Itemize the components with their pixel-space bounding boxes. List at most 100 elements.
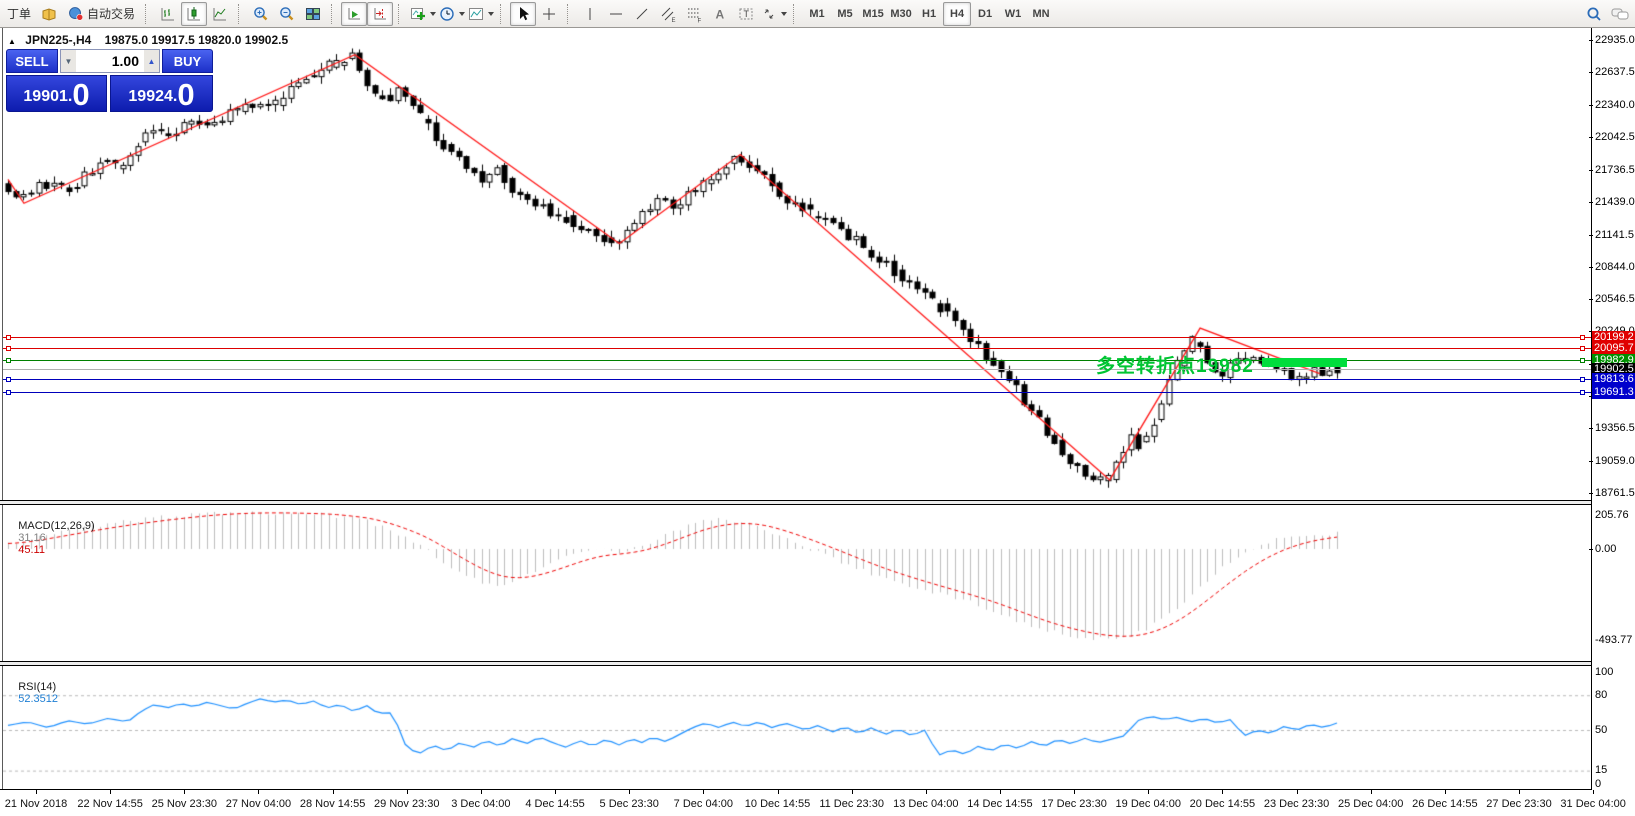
horizontal-level-line[interactable] xyxy=(3,348,1591,349)
level-line-handle[interactable] xyxy=(1580,377,1585,382)
autotrading-label: 自动交易 xyxy=(87,5,135,22)
time-tick-mark xyxy=(1519,790,1520,794)
search-button[interactable] xyxy=(1581,2,1607,26)
indicators-button[interactable] xyxy=(408,2,437,26)
volume-decrease-button[interactable]: ▼ xyxy=(61,50,76,72)
level-line-handle[interactable] xyxy=(6,390,11,395)
new-order-button[interactable] xyxy=(36,2,62,26)
panel-splitter-rsi[interactable] xyxy=(0,661,1635,666)
level-line-handle[interactable] xyxy=(1580,335,1585,340)
horizontal-level-line[interactable] xyxy=(3,337,1591,338)
time-tick-mark xyxy=(1593,790,1594,794)
vertical-line-tool-button[interactable] xyxy=(577,2,603,26)
tile-windows-button[interactable] xyxy=(300,2,326,26)
timeframe-button-d1[interactable]: D1 xyxy=(971,2,999,26)
level-line-handle[interactable] xyxy=(6,335,11,340)
time-axis-label: 25 Nov 23:30 xyxy=(152,798,217,810)
svg-text:A: A xyxy=(716,7,725,21)
autotrading-button[interactable]: 自动交易 xyxy=(62,2,140,26)
price-axis[interactable]: 205.76 0.00 -493.77 100 80 50 15 0 22935… xyxy=(1592,28,1635,790)
sell-price-main: 19901 xyxy=(23,84,68,110)
price-tick-label: 22340.0 xyxy=(1595,99,1635,111)
level-line-handle[interactable] xyxy=(6,377,11,382)
candlestick-canvas[interactable] xyxy=(3,29,1591,500)
level-line-handle[interactable] xyxy=(1580,390,1585,395)
chart-annotation-text[interactable]: 多空转折点19982 xyxy=(1096,351,1254,378)
time-axis-label: 11 Dec 23:30 xyxy=(819,798,884,810)
price-tick-label: 19356.5 xyxy=(1595,422,1635,434)
chart-shift-button[interactable] xyxy=(367,2,393,26)
zoom-out-button[interactable] xyxy=(274,2,300,26)
level-line-handle[interactable] xyxy=(1580,358,1585,363)
macd-canvas[interactable] xyxy=(3,505,1591,661)
arrows-dropdown-caret xyxy=(781,12,787,16)
time-axis-label: 29 Nov 23:30 xyxy=(374,798,439,810)
green-highlight-bar[interactable] xyxy=(1262,358,1347,367)
text-tool-button[interactable]: A xyxy=(707,2,733,26)
chat-button[interactable] xyxy=(1607,2,1633,26)
horizontal-level-line[interactable] xyxy=(3,379,1591,380)
horizontal-line-tool-button[interactable] xyxy=(603,2,629,26)
auto-scroll-button[interactable] xyxy=(341,2,367,26)
text-label-tool-button[interactable]: T xyxy=(733,2,759,26)
rsi-canvas[interactable] xyxy=(3,666,1591,789)
level-line-handle[interactable] xyxy=(6,358,11,363)
trendline-tool-button[interactable] xyxy=(629,2,655,26)
bar-chart-button[interactable] xyxy=(155,2,181,26)
timeframe-button-m30[interactable]: M30 xyxy=(887,2,915,26)
time-axis-label: 27 Dec 23:30 xyxy=(1486,798,1551,810)
timeframe-button-mn[interactable]: MN xyxy=(1027,2,1055,26)
collapse-panel-icon[interactable]: ▲ xyxy=(8,37,16,46)
volume-input[interactable]: 1.00 xyxy=(76,50,144,72)
rsi-value: 52.3512 xyxy=(18,693,58,705)
toolbar-separator xyxy=(500,4,505,24)
volume-increase-button[interactable]: ▲ xyxy=(144,50,159,72)
time-tick-mark xyxy=(1445,790,1446,794)
order-button[interactable]: 丁单 xyxy=(2,2,36,26)
buy-button[interactable]: BUY xyxy=(162,49,213,73)
time-tick-mark xyxy=(1000,790,1001,794)
level-line-handle[interactable] xyxy=(1580,346,1585,351)
fibonacci-icon: F xyxy=(685,5,703,23)
timeframe-button-m1[interactable]: M1 xyxy=(803,2,831,26)
time-tick-mark xyxy=(110,790,111,794)
candlestick-chart-button[interactable] xyxy=(181,2,207,26)
sell-button[interactable]: SELL xyxy=(6,49,58,73)
vertical-line-icon xyxy=(581,5,599,23)
zoom-in-icon xyxy=(252,5,270,23)
templates-button[interactable] xyxy=(466,2,495,26)
time-axis-label: 5 Dec 23:30 xyxy=(600,798,659,810)
line-chart-button[interactable] xyxy=(207,2,233,26)
sell-price-box[interactable]: 19901.0 xyxy=(6,75,107,112)
clock-icon xyxy=(438,5,456,23)
toolbar-separator xyxy=(331,4,336,24)
one-click-trading-panel: SELL ▼ 1.00 ▲ BUY 19901.0 19924.0 xyxy=(6,49,213,112)
zoom-in-button[interactable] xyxy=(248,2,274,26)
timeframe-button-h4[interactable]: H4 xyxy=(943,2,971,26)
level-line-handle[interactable] xyxy=(6,346,11,351)
timeframe-button-m5[interactable]: M5 xyxy=(831,2,859,26)
templates-dropdown-caret xyxy=(488,12,494,16)
cursor-button[interactable] xyxy=(510,2,536,26)
horizontal-level-line[interactable] xyxy=(3,392,1591,393)
timeframe-button-w1[interactable]: W1 xyxy=(999,2,1027,26)
line-chart-icon xyxy=(211,5,229,23)
time-axis-label: 4 Dec 14:55 xyxy=(525,798,584,810)
channel-tool-button[interactable]: E xyxy=(655,2,681,26)
fibonacci-tool-button[interactable]: F xyxy=(681,2,707,26)
time-axis[interactable]: 21 Nov 201822 Nov 14:5525 Nov 23:3027 No… xyxy=(0,790,1635,816)
toolbar-separator xyxy=(793,4,798,24)
horizontal-level-line[interactable] xyxy=(3,360,1591,361)
time-axis-label: 3 Dec 04:00 xyxy=(451,798,510,810)
horizontal-level-line[interactable] xyxy=(3,369,1591,370)
time-axis-label: 23 Dec 23:30 xyxy=(1264,798,1329,810)
arrows-tool-button[interactable] xyxy=(759,2,788,26)
chart-shift-icon xyxy=(371,5,389,23)
buy-price-box[interactable]: 19924.0 xyxy=(110,75,213,112)
time-axis-label: 17 Dec 23:30 xyxy=(1041,798,1106,810)
periods-button[interactable] xyxy=(437,2,466,26)
timeframe-button-h1[interactable]: H1 xyxy=(915,2,943,26)
timeframe-button-m15[interactable]: M15 xyxy=(859,2,887,26)
panel-splitter-macd[interactable] xyxy=(0,500,1635,505)
crosshair-button[interactable] xyxy=(536,2,562,26)
